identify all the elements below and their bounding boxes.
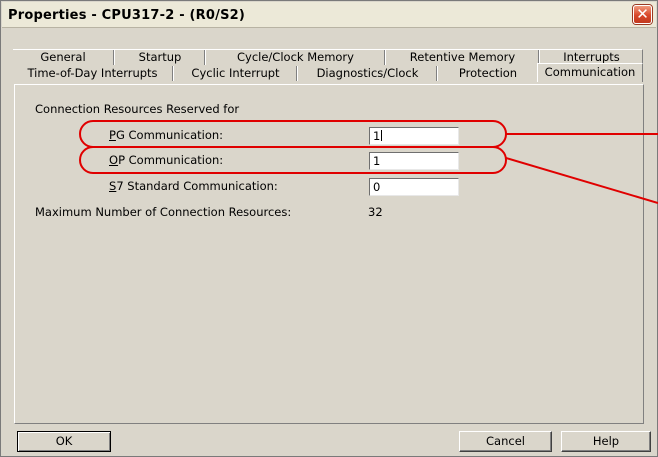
ok-button[interactable]: OK	[17, 431, 111, 452]
section-heading: Connection Resources Reserved for	[35, 102, 240, 116]
s7-standard-communication-input[interactable]: 0	[369, 178, 459, 196]
pg-communication-input[interactable]: 1	[369, 127, 459, 145]
tab-startup[interactable]: Startup	[116, 50, 206, 65]
op-communication-input[interactable]: 1	[369, 152, 459, 170]
title-bar[interactable]: Properties - CPU317-2 - (R0/S2) ✕	[2, 2, 656, 28]
window-title: Properties - CPU317-2 - (R0/S2)	[8, 8, 246, 23]
tab-protection[interactable]: Protection	[439, 66, 537, 81]
max-connection-resources-value: 32	[368, 205, 383, 219]
s7-standard-communication-label: S7 Standard Communication:	[109, 179, 278, 193]
tab-diagnostics-clock[interactable]: Diagnostics/Clock	[299, 66, 438, 81]
properties-dialog: Properties - CPU317-2 - (R0/S2) ✕ Genera…	[0, 0, 658, 457]
tab-cycle-clock-memory[interactable]: Cycle/Clock Memory	[207, 50, 386, 65]
tab-retentive-memory[interactable]: Retentive Memory	[387, 50, 540, 65]
close-button[interactable]: ✕	[633, 5, 652, 24]
tab-row-1: General Startup Cycle/Clock Memory Reten…	[13, 49, 643, 65]
text-caret	[381, 130, 383, 141]
tab-general[interactable]: General	[13, 50, 115, 65]
cancel-button[interactable]: Cancel	[459, 431, 552, 452]
help-button[interactable]: Help	[561, 431, 651, 452]
op-communication-label: OP Communication:	[109, 153, 224, 167]
tab-time-of-day-interrupts[interactable]: Time-of-Day Interrupts	[13, 66, 174, 81]
close-icon: ✕	[636, 6, 649, 23]
max-connection-resources-label: Maximum Number of Connection Resources:	[35, 205, 292, 219]
pg-communication-label: PG Communication:	[109, 128, 224, 142]
tab-cyclic-interrupt[interactable]: Cyclic Interrupt	[175, 66, 298, 81]
tab-communication[interactable]: Communication	[537, 63, 643, 82]
tab-row-2: Time-of-Day Interrupts Cyclic Interrupt …	[13, 63, 643, 82]
communication-panel: Connection Resources Reserved for PG Com…	[14, 84, 644, 424]
